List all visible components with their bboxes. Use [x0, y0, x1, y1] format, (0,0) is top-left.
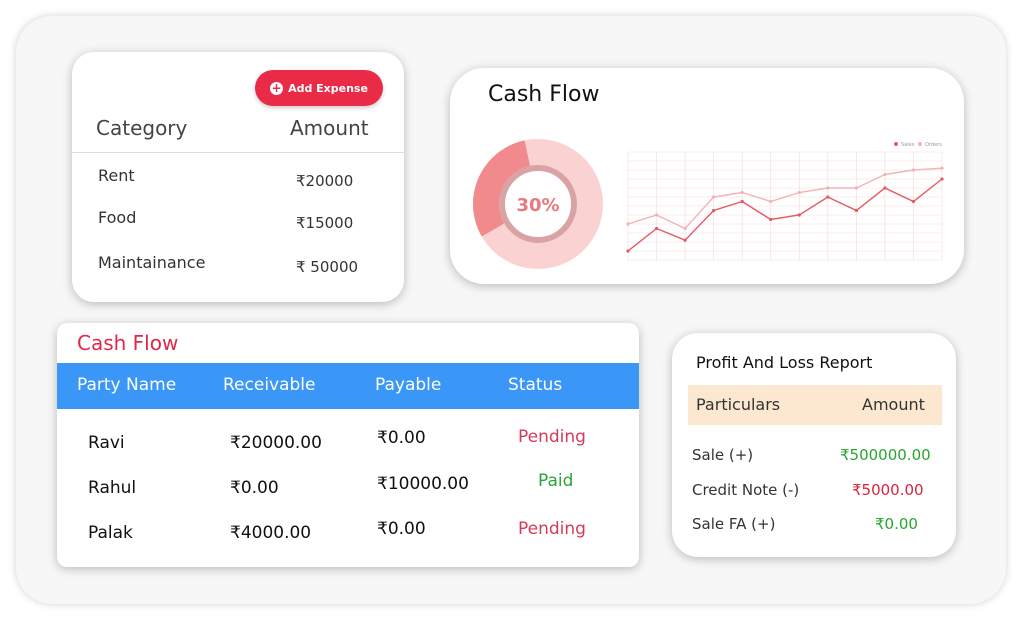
profit-loss-title: Profit And Loss Report: [696, 353, 873, 372]
data-point: [626, 222, 630, 226]
pl-particular: Credit Note (-): [692, 481, 800, 499]
status-badge: Paid: [538, 471, 574, 491]
data-point: [797, 190, 801, 195]
cash-flow-table-header: Party Name Receivable Payable Status: [57, 363, 639, 409]
data-point: [683, 238, 687, 242]
data-point: [826, 195, 830, 199]
chart-legend: Sales Orders: [894, 142, 942, 148]
add-expense-label: Add Expense: [288, 81, 368, 95]
party-name: Rahul: [88, 478, 137, 498]
status-badge: Pending: [518, 427, 586, 447]
col-particulars: Particulars: [696, 395, 781, 414]
party-name: Ravi: [88, 433, 125, 453]
data-point: [712, 208, 716, 213]
party-name: Palak: [88, 523, 133, 543]
data-point: [740, 199, 744, 204]
data-point: [883, 172, 887, 177]
series-line-orders: [627, 167, 943, 230]
chart-series: [626, 166, 944, 253]
data-point: [712, 195, 716, 199]
chart-card-title: Cash Flow: [488, 82, 600, 107]
donut-label: 30%: [516, 195, 559, 216]
receivable-value: ₹4000.00: [230, 523, 312, 543]
data-point: [940, 166, 944, 170]
receivable-value: ₹20000.00: [230, 433, 322, 453]
expense-card: + Add Expense Category Amount Rent ₹2000…: [72, 52, 404, 302]
data-point: [769, 217, 773, 222]
legend-orders-label: Orders: [925, 142, 942, 148]
data-point: [911, 168, 916, 172]
cash-flow-chart-card: Cash Flow 30% Sales Orders: [450, 68, 964, 284]
donut-chart: 30%: [473, 139, 603, 269]
col-payable: Payable: [375, 375, 442, 395]
payable-value: ₹10000.00: [377, 474, 469, 494]
pl-amount: ₹5000.00: [852, 481, 924, 499]
legend-orders-swatch: [918, 142, 922, 146]
add-expense-button[interactable]: + Add Expense: [255, 70, 383, 106]
col-party-name: Party Name: [77, 375, 177, 395]
data-point: [854, 208, 858, 213]
pl-amount: ₹0.00: [875, 515, 918, 533]
data-point: [654, 213, 659, 217]
data-point: [826, 186, 830, 190]
legend-sales-label: Sales: [901, 142, 915, 148]
expense-category: Food: [98, 208, 137, 227]
expense-category: Rent: [98, 166, 135, 185]
receivable-value: ₹0.00: [230, 478, 279, 498]
profit-loss-card: Profit And Loss Report Particulars Amoun…: [672, 333, 956, 557]
status-badge: Pending: [518, 519, 586, 539]
pl-amount: ₹500000.00: [840, 446, 931, 464]
category-header: Category: [96, 116, 188, 140]
pl-particular: Sale (+): [692, 446, 754, 464]
amount-header: Amount: [290, 116, 369, 140]
data-point: [911, 199, 916, 204]
expense-category: Maintainance: [98, 253, 206, 272]
data-point: [940, 177, 944, 181]
data-point: [683, 226, 687, 231]
data-point: [654, 226, 659, 231]
col-status: Status: [508, 375, 563, 395]
payable-value: ₹0.00: [377, 519, 426, 539]
data-point: [626, 249, 630, 253]
line-chart: Sales Orders: [626, 142, 944, 261]
expense-divider: [72, 152, 404, 153]
legend-sales-swatch: [894, 142, 898, 146]
col-amount: Amount: [862, 395, 925, 414]
payable-value: ₹0.00: [377, 428, 426, 448]
pl-particular: Sale FA (+): [692, 515, 776, 533]
data-point: [740, 190, 744, 195]
expense-amount: ₹20000: [296, 172, 354, 190]
data-point: [769, 199, 773, 204]
data-point: [854, 186, 858, 190]
plus-icon: +: [270, 80, 284, 95]
expense-amount: ₹ 50000: [296, 258, 359, 276]
expense-amount: ₹15000: [296, 214, 354, 232]
data-point: [797, 213, 801, 217]
data-point: [883, 186, 887, 190]
cash-flow-table-card: Cash Flow Party Name Receivable Payable …: [57, 323, 639, 567]
profit-loss-header: Particulars Amount: [688, 385, 942, 425]
chart-grid: [627, 151, 943, 261]
col-receivable: Receivable: [223, 375, 316, 395]
cash-flow-table-title: Cash Flow: [77, 331, 179, 355]
